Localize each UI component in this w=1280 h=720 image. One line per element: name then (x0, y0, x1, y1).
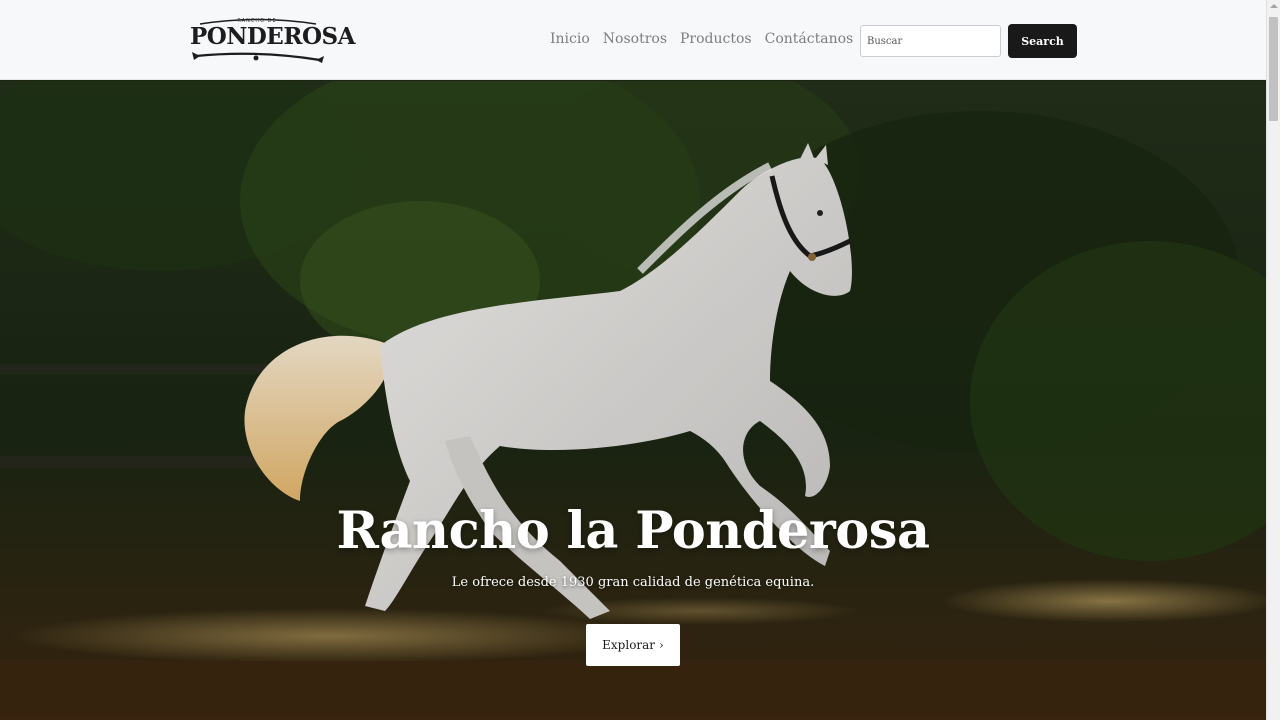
explore-button[interactable]: Explorar › (586, 624, 680, 666)
hero-subtitle: Le ofrece desde 1930 gran calidad de gen… (451, 575, 815, 590)
navbar: RANCHO DE PONDEROSA Inicio Nosotros Prod… (0, 0, 1266, 80)
scroll-up-arrow-icon[interactable] (1270, 4, 1278, 8)
ponderosa-logo[interactable]: RANCHO DE PONDEROSA (190, 16, 355, 64)
nav-link-productos[interactable]: Productos (680, 31, 752, 47)
hero-title: Rancho la Ponderosa (336, 501, 930, 561)
main-nav: Inicio Nosotros Productos Contáctanos (550, 31, 853, 47)
logo-text: PONDEROSA (190, 23, 355, 50)
hero-section: Rancho la Ponderosa Le ofrece desde 1930… (0, 81, 1266, 720)
nav-link-contactanos[interactable]: Contáctanos (765, 31, 854, 47)
search-input[interactable] (860, 25, 1001, 57)
nav-link-nosotros[interactable]: Nosotros (603, 31, 667, 47)
nav-link-inicio[interactable]: Inicio (550, 31, 590, 47)
scrollbar-thumb[interactable] (1269, 17, 1278, 121)
search-button[interactable]: Search (1008, 24, 1077, 58)
chevron-right-icon: › (659, 638, 664, 652)
vertical-scrollbar[interactable] (1266, 0, 1280, 720)
explore-button-label: Explorar (602, 638, 656, 652)
